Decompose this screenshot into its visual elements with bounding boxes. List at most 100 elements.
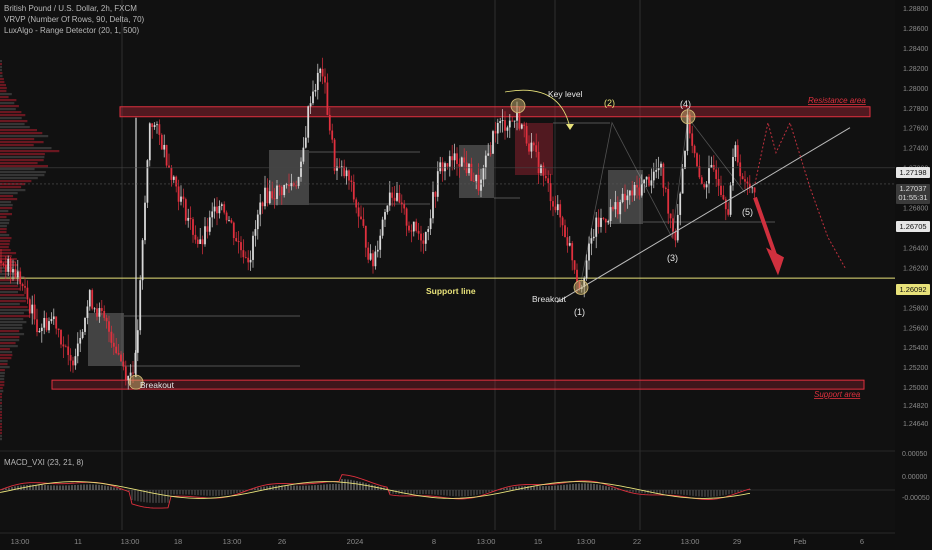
candle-body	[664, 187, 667, 189]
macd-tick-label: -0.00050	[902, 495, 930, 502]
x-tick-label: 2024	[347, 537, 364, 546]
candle-body	[391, 192, 394, 198]
x-tick-label: 18	[174, 537, 182, 546]
y-tick-label: 1.25600	[903, 325, 928, 332]
candle-body	[652, 171, 655, 181]
candle-body	[38, 330, 41, 333]
profile-bar	[0, 102, 15, 105]
y-tick-label: 1.26200	[903, 265, 928, 272]
candle-body	[316, 72, 319, 90]
profile-bar	[0, 393, 2, 396]
indicator-vrvp[interactable]: VRVP (Number Of Rows, 90, Delta, 70)	[4, 14, 144, 25]
candle-body	[60, 330, 62, 345]
candle-body	[412, 221, 415, 232]
candle-body	[357, 207, 360, 217]
candle-body	[460, 157, 463, 167]
profile-bar	[0, 429, 2, 432]
candle-body	[712, 164, 715, 170]
profile-bar	[0, 231, 7, 234]
x-tick-label: 6	[860, 537, 864, 546]
candle-body	[273, 198, 276, 200]
profile-bar	[0, 63, 2, 66]
candle-body	[720, 185, 722, 195]
profile-bar	[0, 312, 24, 315]
candle-body	[482, 167, 485, 180]
wave-3-label: (3)	[667, 253, 678, 263]
key-level-label: Key level	[548, 89, 583, 99]
profile-bar	[0, 234, 10, 237]
candle-body	[136, 330, 139, 353]
symbol-title[interactable]: British Pound / U.S. Dollar, 2h, FXCM	[4, 3, 144, 14]
candle-body	[196, 239, 199, 244]
macd-tick-label: 0.00050	[902, 451, 927, 458]
candle-body	[453, 153, 456, 161]
chart-canvas: 1.28800 1.28600 1.28400 1.28200 1.28000 1.278…	[0, 0, 930, 546]
candle-body	[249, 259, 252, 263]
profile-bar	[0, 336, 20, 339]
profile-bar	[0, 123, 25, 126]
candle-body	[211, 211, 214, 218]
candle-body	[420, 233, 422, 241]
candle-body	[732, 156, 734, 186]
candle-body	[604, 218, 607, 223]
profile-bar	[0, 222, 10, 225]
candle-body	[324, 76, 326, 83]
profile-bar	[0, 330, 20, 333]
candle-body	[369, 253, 372, 260]
profile-bar	[0, 324, 23, 327]
candle-body	[158, 124, 161, 135]
profile-bar	[0, 66, 2, 69]
profile-bar	[0, 216, 7, 219]
candle-body	[81, 331, 84, 338]
indicator-range-detector[interactable]: LuxAlgo - Range Detector (20, 1, 500)	[4, 25, 144, 36]
profile-bar	[0, 87, 7, 90]
profile-bar	[0, 120, 28, 123]
candle-body	[86, 306, 89, 318]
candle-body	[165, 144, 168, 166]
candle-body	[117, 353, 120, 355]
candle-body	[288, 184, 290, 187]
candle-body	[530, 142, 533, 152]
candle-body	[141, 240, 144, 281]
candle-body	[228, 220, 230, 222]
candle-body	[336, 166, 338, 171]
candle-body	[213, 206, 216, 212]
current-price: 1.27037	[899, 184, 927, 193]
profile-bar	[0, 132, 43, 135]
candle-body	[511, 120, 514, 122]
y-tick-label: 1.26800	[903, 206, 928, 213]
candle-body	[693, 145, 696, 154]
profile-bar	[0, 249, 11, 252]
candle-body	[472, 180, 475, 182]
profile-bar	[0, 114, 26, 117]
candle-body	[408, 225, 410, 231]
candle-body	[499, 121, 502, 123]
candle-body	[364, 225, 367, 248]
candle-body	[554, 206, 557, 211]
candle-body	[67, 346, 70, 356]
profile-bar	[0, 141, 44, 144]
candle-body	[556, 204, 559, 211]
candle-body	[681, 168, 684, 194]
candle-body	[175, 176, 178, 187]
candle-body	[568, 243, 571, 246]
candle-body	[532, 142, 535, 146]
price-tag-3: 1.26705	[896, 221, 930, 232]
macd-indicator-label[interactable]: MACD_VXI (23, 21, 8)	[4, 458, 84, 467]
candle-body	[547, 178, 550, 184]
candle-body	[156, 124, 158, 126]
candle-body	[674, 231, 677, 241]
candle-body	[9, 258, 12, 273]
profile-bar	[0, 162, 38, 165]
candle-body	[429, 218, 432, 230]
candle-body	[297, 176, 300, 186]
candle-body	[153, 125, 156, 128]
candle-body	[751, 187, 754, 189]
candle-body	[393, 197, 396, 201]
candle-body	[549, 183, 552, 202]
candle-body	[110, 331, 113, 343]
candle-body	[350, 180, 353, 182]
candle-body	[753, 187, 756, 193]
candle-body	[48, 321, 50, 331]
candle-body	[120, 354, 122, 362]
